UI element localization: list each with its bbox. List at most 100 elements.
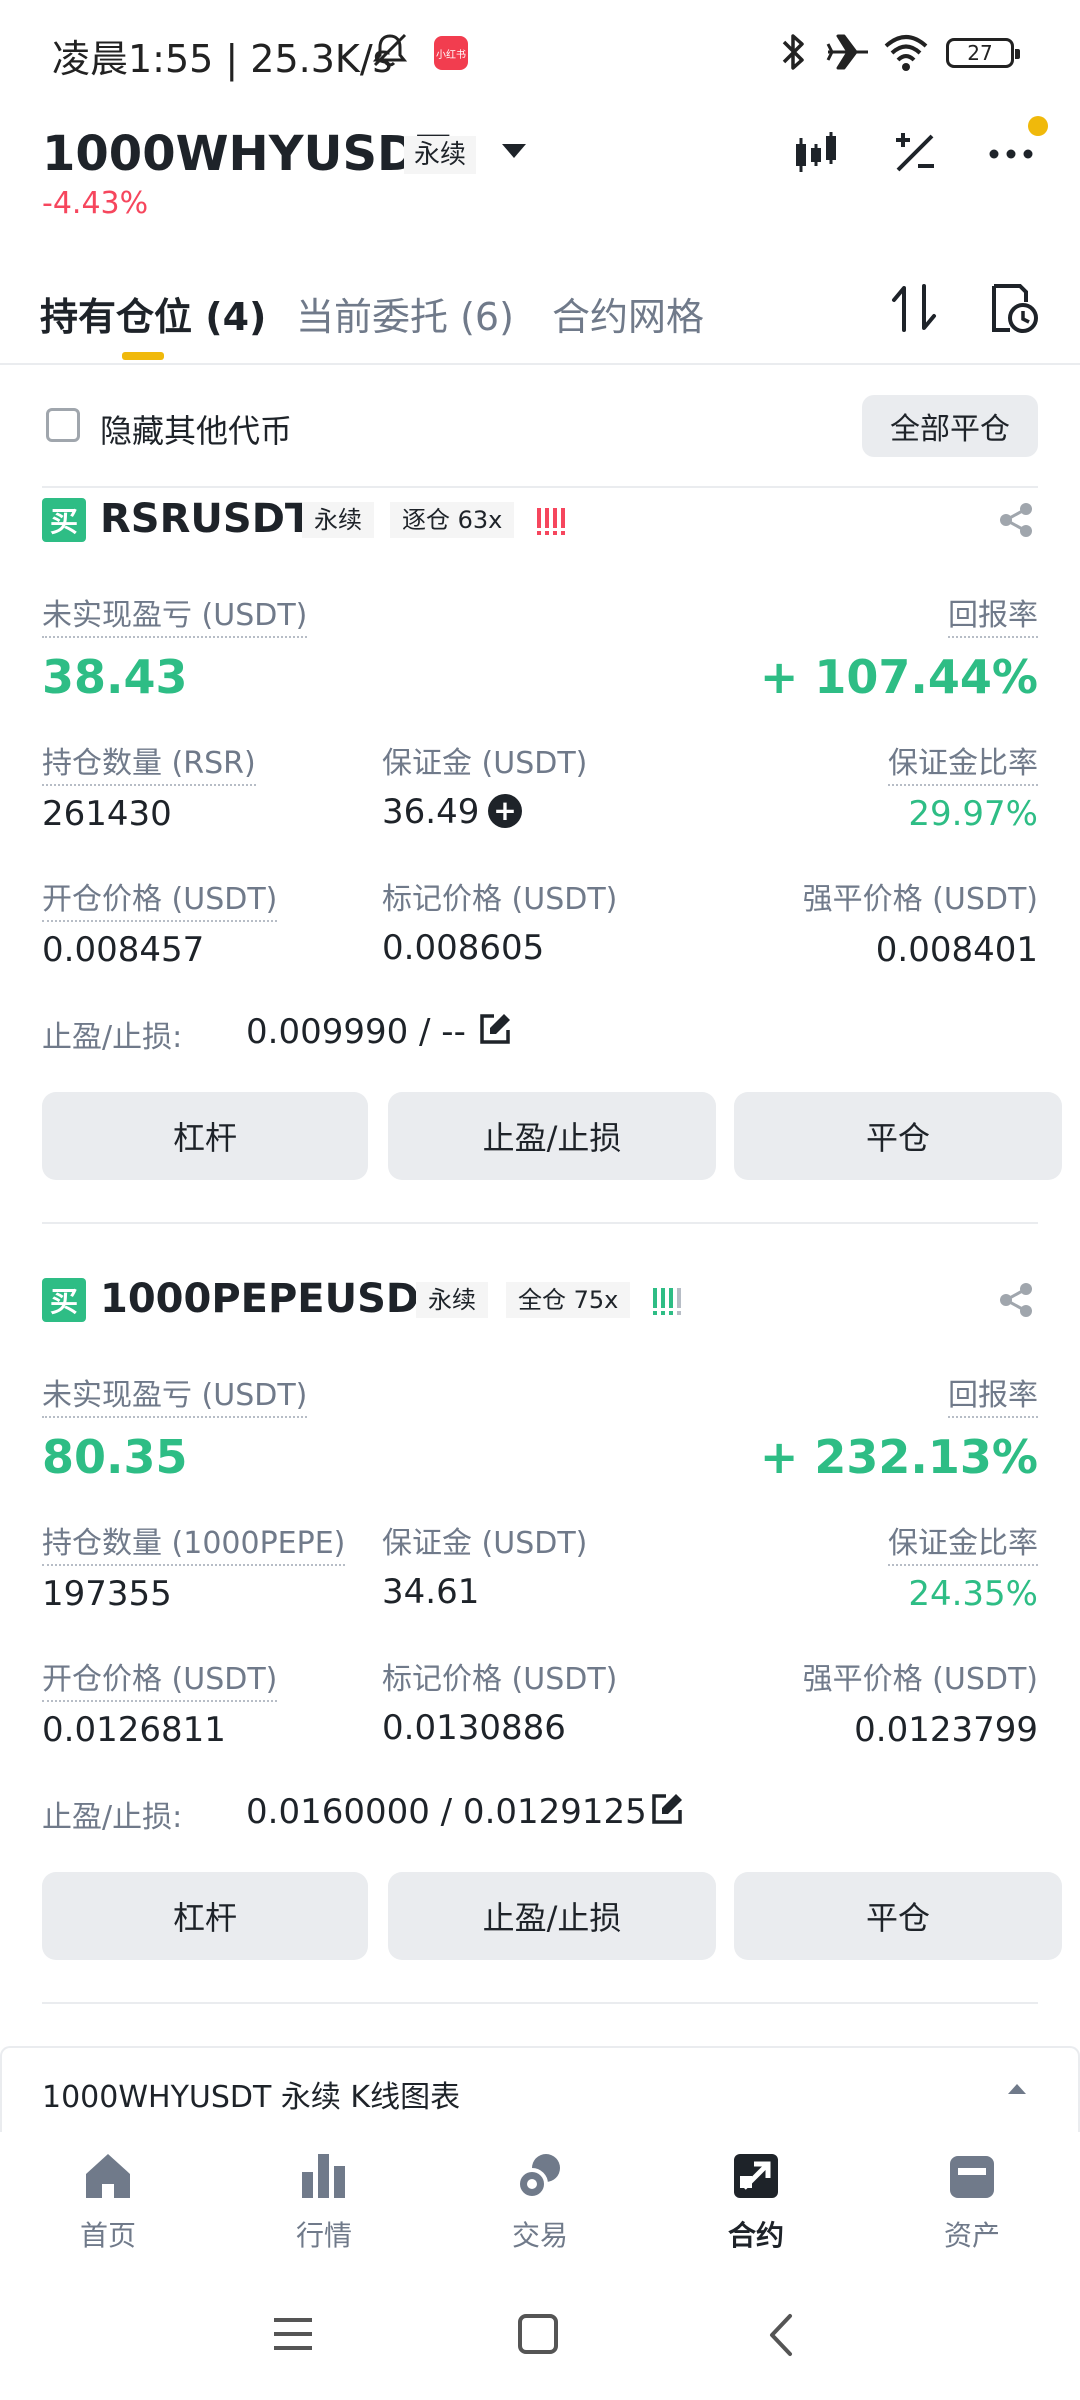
unrealized-pnl-label[interactable]: 未实现盈亏 (USDT) [42, 590, 308, 638]
wifi-icon [884, 35, 928, 71]
kline-chart-label: 1000WHYUSDT 永续 K线图表 [42, 2080, 461, 2115]
divider [42, 2002, 1038, 2004]
nav-home[interactable]: 首页 [38, 2150, 178, 2270]
nav-futures[interactable]: 合约 [686, 2150, 826, 2270]
tabs-divider [0, 363, 1080, 365]
position-size-label[interactable]: 持仓数量 (1000PEPE) [42, 1518, 346, 1566]
position-size-label[interactable]: 持仓数量 (RSR) [42, 738, 256, 786]
tab-futures-grid[interactable]: 合约网格 [552, 286, 704, 341]
margin-mode-leverage-tag: 逐仓 63x [390, 502, 515, 538]
divider [42, 1222, 1038, 1224]
more-options-icon[interactable] [986, 132, 1036, 172]
futures-icon [734, 2154, 778, 2198]
entry-price-value: 0.0126811 [42, 1710, 226, 1750]
tab-open-orders[interactable]: 当前委托 (6) [296, 286, 514, 341]
leverage-button[interactable]: 杠杆 [42, 1872, 368, 1960]
entry-price-label[interactable]: 开仓价格 (USDT) [42, 1654, 278, 1702]
roe-value: + 232.13% [759, 1430, 1038, 1484]
margin-label: 保证金 (USDT) [382, 1526, 588, 1561]
tpsl-value: 0.0160000 / 0.0129125 [246, 1792, 647, 1832]
system-menu-icon[interactable] [272, 2316, 314, 2352]
tpsl-button[interactable]: 止盈/止损 [388, 1092, 716, 1180]
nav-label: 行情 [295, 2219, 352, 2252]
battery-icon: 27 [946, 38, 1020, 68]
sort-icon[interactable] [888, 280, 940, 336]
liquidation-price-value: 0.0123799 [854, 1710, 1038, 1750]
margin-value: 36.49 [382, 792, 480, 832]
share-icon[interactable] [998, 1282, 1034, 1318]
status-bar: 凌晨1:55 | 25.3K/s 小红书 27 [0, 0, 1080, 110]
close-position-button[interactable]: 平仓 [734, 1872, 1062, 1960]
contract-type-tag: 永续 [404, 136, 477, 174]
symbol-title[interactable]: 1000WHYUSDT [42, 126, 450, 182]
nav-assets[interactable]: 资产 [902, 2150, 1042, 2270]
mark-price-value: 0.008605 [382, 928, 545, 968]
close-all-button[interactable]: 全部平仓 [862, 395, 1038, 457]
liquidation-price-label: 强平价格 (USDT) [802, 882, 1038, 917]
margin-ratio-value: 29.97% [908, 794, 1038, 834]
add-margin-icon[interactable]: + [488, 794, 522, 828]
margin-label: 保证金 (USDT) [382, 746, 588, 781]
nav-label: 交易 [511, 2219, 568, 2252]
roe-value: + 107.44% [759, 650, 1038, 704]
position-symbol[interactable]: RSRUSDT [100, 496, 312, 542]
home-icon [86, 2154, 130, 2198]
leverage-button[interactable]: 杠杆 [42, 1092, 368, 1180]
divider [42, 486, 1038, 488]
expand-chart-icon[interactable] [1008, 2084, 1026, 2094]
edit-tpsl-icon[interactable] [478, 1012, 512, 1046]
mark-price-value: 0.0130886 [382, 1708, 566, 1748]
margin-ratio-value: 24.35% [908, 1574, 1038, 1614]
nav-markets[interactable]: 行情 [254, 2150, 394, 2270]
status-time: 凌晨1:55 | 25.3K/s [52, 37, 393, 81]
unrealized-pnl-value: 80.35 [42, 1430, 188, 1484]
tpsl-label: 止盈/止损: [42, 1020, 183, 1055]
active-tab-indicator [122, 352, 164, 360]
liquidation-price-label: 强平价格 (USDT) [802, 1662, 1038, 1697]
roe-label[interactable]: 回报率 [948, 1370, 1038, 1418]
system-home-icon[interactable] [518, 2314, 558, 2354]
mark-price-label: 标记价格 (USDT) [382, 882, 618, 917]
tpsl-value: 0.009990 / -- [246, 1012, 466, 1052]
nav-label: 首页 [79, 2219, 136, 2252]
position-size-value: 261430 [42, 794, 172, 834]
nav-label: 合约 [727, 2219, 784, 2252]
notification-dot [1028, 116, 1048, 136]
tpsl-label: 止盈/止损: [42, 1800, 183, 1835]
close-position-button[interactable]: 平仓 [734, 1092, 1062, 1180]
markets-icon [302, 2154, 345, 2198]
percent-calculator-icon[interactable] [890, 128, 938, 176]
entry-price-label[interactable]: 开仓价格 (USDT) [42, 874, 278, 922]
order-history-icon[interactable] [990, 282, 1038, 334]
mark-price-label: 标记价格 (USDT) [382, 1662, 618, 1697]
edit-tpsl-icon[interactable] [650, 1792, 684, 1826]
position-symbol[interactable]: 1000PEPEUSDT [100, 1276, 446, 1322]
entry-price-value: 0.008457 [42, 930, 205, 970]
symbol-dropdown-icon[interactable] [502, 144, 526, 158]
risk-level-icon [537, 508, 565, 535]
buy-side-badge: 买 [42, 1278, 86, 1322]
liquidation-price-value: 0.008401 [875, 930, 1038, 970]
bluetooth-icon [782, 34, 804, 70]
tab-open-positions[interactable]: 持有仓位 (4) [40, 286, 266, 341]
roe-label[interactable]: 回报率 [948, 590, 1038, 638]
system-back-icon[interactable] [766, 2312, 796, 2358]
unrealized-pnl-label[interactable]: 未实现盈亏 (USDT) [42, 1370, 308, 1418]
margin-ratio-label[interactable]: 保证金比率 [888, 738, 1038, 786]
position-size-value: 197355 [42, 1574, 172, 1614]
share-icon[interactable] [998, 502, 1034, 538]
price-change-percent: -4.43% [42, 186, 149, 221]
margin-value: 34.61 [382, 1572, 480, 1612]
wallet-icon [950, 2156, 994, 2198]
margin-mode-leverage-tag: 全仓 75x [506, 1282, 631, 1318]
contract-type-tag: 永续 [302, 502, 374, 538]
candlestick-chart-icon[interactable] [792, 128, 840, 176]
tpsl-button[interactable]: 止盈/止损 [388, 1872, 716, 1960]
unrealized-pnl-value: 38.43 [42, 650, 188, 704]
airplane-icon [826, 34, 868, 70]
margin-ratio-label[interactable]: 保证金比率 [888, 1518, 1038, 1566]
risk-level-icon [653, 1288, 681, 1315]
trade-icon [516, 2154, 560, 2200]
nav-trade[interactable]: 交易 [470, 2150, 610, 2270]
hide-other-symbols-checkbox[interactable] [46, 408, 80, 442]
